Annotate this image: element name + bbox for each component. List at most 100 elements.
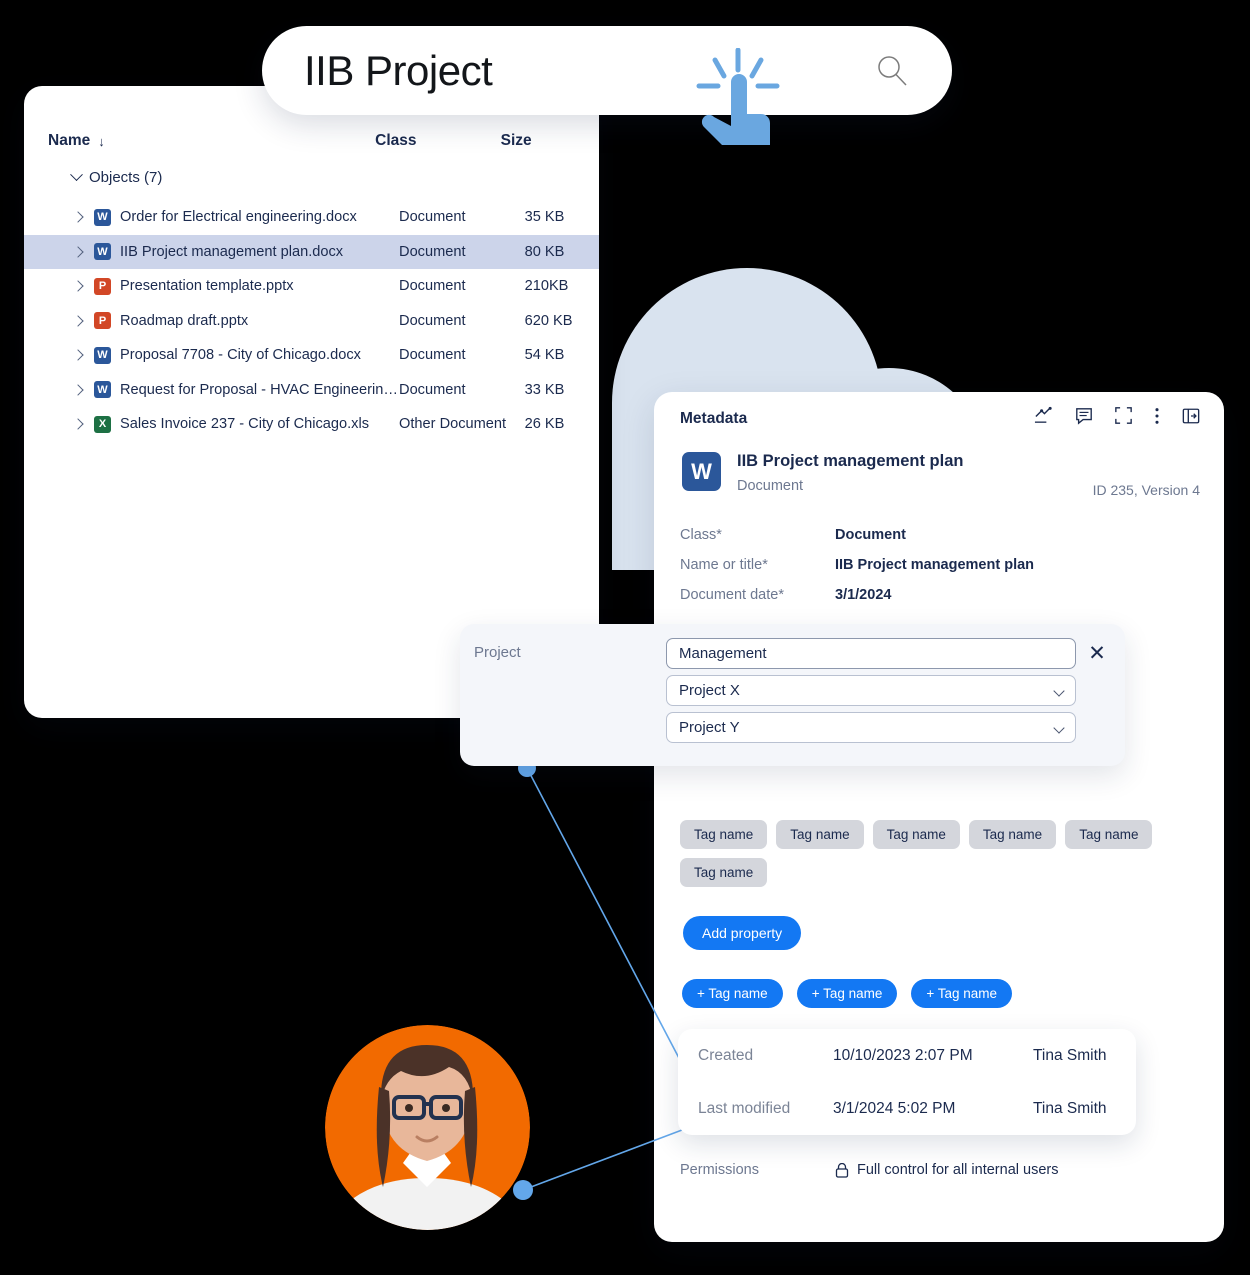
project-field-value: Management (679, 645, 767, 662)
project-select[interactable]: Project Y (666, 712, 1076, 743)
document-header: W IIB Project management plan Document (682, 452, 963, 494)
file-class: Document (399, 312, 466, 329)
timestamp-user: Tina Smith (1033, 1046, 1107, 1064)
metadata-property-list: Class* Document Name or title* IIB Project … (680, 520, 1190, 610)
file-name: Roadmap draft.pptx (120, 312, 249, 329)
file-name: Presentation template.pptx (120, 278, 294, 295)
project-property-panel: Project Management Project X Project Y ✕ (460, 624, 1125, 766)
chevron-right-icon[interactable] (72, 246, 84, 258)
metadata-toolbar (1034, 406, 1200, 425)
add-tag-button-group: + Tag name + Tag name + Tag name (682, 979, 1013, 1008)
table-row[interactable]: X Sales Invoice 237 - City of Chicago.xls… (24, 407, 599, 442)
screenshot-root: Name ↓ Class Size Objects (7) W Order for… (0, 0, 1250, 1275)
chevron-right-icon[interactable] (72, 418, 84, 430)
project-label: Project (474, 644, 521, 661)
objects-group-row[interactable]: Objects (7) (70, 168, 162, 186)
file-class: Document (399, 347, 466, 364)
metadata-property-row: Class* Document (680, 520, 1190, 550)
property-label: Document date* (680, 587, 784, 603)
tag-chip[interactable]: Tag name (680, 820, 768, 849)
search-icon[interactable] (876, 55, 908, 87)
avatar (325, 1025, 530, 1230)
avatar-portrait (325, 1045, 530, 1230)
table-row[interactable]: W IIB Project management plan.docx Documen… (24, 234, 599, 269)
chevron-right-icon[interactable] (72, 349, 84, 361)
word-icon: W (94, 243, 111, 261)
collapse-panel-icon[interactable] (1182, 407, 1200, 425)
property-label: Class* (680, 527, 722, 543)
sort-descending-icon[interactable]: ↓ (98, 134, 105, 149)
property-value[interactable]: IIB Project management plan (835, 557, 1034, 573)
document-title: IIB Project management plan (737, 452, 964, 470)
excel-icon: X (94, 415, 111, 433)
table-row[interactable]: P Roadmap draft.pptx Document 620 KB (24, 304, 599, 339)
property-value[interactable]: Document (835, 527, 906, 543)
powerpoint-icon: P (94, 312, 111, 330)
file-class: Other Document (399, 416, 507, 433)
more-vertical-icon[interactable] (1154, 407, 1160, 425)
powerpoint-icon: P (94, 277, 111, 295)
file-class: Document (399, 243, 466, 260)
tag-list: Tag name Tag name Tag name Tag name Tag name… (680, 820, 1180, 887)
timestamp-label: Created (698, 1046, 754, 1064)
document-id-version: ID 235, Version 4 (1092, 482, 1200, 498)
table-row[interactable]: W Order for Electrical engineering.docx Do… (24, 200, 599, 235)
chevron-down-icon[interactable] (1053, 685, 1065, 697)
add-property-button[interactable]: Add property (683, 916, 802, 950)
column-header-size[interactable]: Size (501, 132, 575, 150)
file-size: 210KB (524, 278, 569, 295)
comment-icon[interactable] (1075, 407, 1093, 425)
file-class: Document (399, 278, 466, 295)
timestamps-card: Created 10/10/2023 2:07 PM Tina Smith Last … (678, 1029, 1136, 1135)
chevron-down-icon[interactable] (1053, 722, 1065, 734)
property-value[interactable]: 3/1/2024 (835, 587, 891, 603)
permissions-row: Permissions Full control for all interna… (680, 1162, 1058, 1178)
property-label: Name or title* (680, 557, 768, 573)
table-row[interactable]: P Presentation template.pptx Document 210KB (24, 269, 599, 304)
timestamp-user: Tina Smith (1033, 1099, 1107, 1117)
metadata-property-row: Document date* 3/1/2024 (680, 580, 1190, 610)
workflow-icon[interactable] (1034, 406, 1053, 425)
project-input[interactable]: Management (666, 638, 1076, 669)
file-size: 80 KB (524, 243, 565, 260)
timestamp-row: Created 10/10/2023 2:07 PM Tina Smith (678, 1029, 1136, 1082)
add-tag-button[interactable]: + Tag name (911, 979, 1013, 1008)
tag-chip[interactable]: Tag name (968, 820, 1057, 849)
timestamp-date: 3/1/2024 5:02 PM (833, 1099, 956, 1117)
search-bar[interactable]: IIB Project (262, 26, 952, 115)
project-select[interactable]: Project X (666, 675, 1076, 706)
metadata-panel-title: Metadata (680, 410, 748, 427)
chevron-right-icon[interactable] (72, 280, 84, 292)
permissions-label: Permissions (680, 1162, 759, 1178)
word-icon: W (94, 208, 111, 226)
file-size: 26 KB (524, 416, 565, 433)
add-tag-button[interactable]: + Tag name (682, 979, 783, 1008)
word-icon: W (94, 381, 111, 399)
chevron-right-icon[interactable] (72, 315, 84, 327)
tag-chip[interactable]: Tag name (680, 858, 768, 887)
column-header-name[interactable]: Name ↓ (48, 132, 375, 150)
timestamp-date: 10/10/2023 2:07 PM (833, 1046, 973, 1064)
table-row[interactable]: W Proposal 7708 - City of Chicago.docx Doc… (24, 338, 599, 373)
tag-chip[interactable]: Tag name (872, 820, 960, 849)
tag-chip[interactable]: Tag name (1065, 820, 1153, 849)
tag-chip[interactable]: Tag name (776, 820, 864, 849)
table-row[interactable]: W Request for Proposal - HVAC Engineerin…… (24, 373, 599, 408)
search-input[interactable]: IIB Project (304, 47, 493, 95)
expand-icon[interactable] (1115, 407, 1132, 424)
file-table-header: Name ↓ Class Size (48, 132, 575, 150)
click-cursor-icon (696, 48, 780, 145)
project-field-group: Management Project X Project Y (666, 638, 1076, 749)
close-icon[interactable]: ✕ (1087, 643, 1107, 664)
chevron-down-icon[interactable] (70, 168, 83, 182)
file-size: 33 KB (524, 381, 565, 398)
chevron-right-icon[interactable] (72, 211, 84, 223)
add-tag-button[interactable]: + Tag name (796, 979, 898, 1008)
file-size: 35 KB (524, 209, 565, 226)
column-header-name-label: Name (48, 132, 91, 149)
file-size: 54 KB (524, 347, 565, 364)
column-header-class[interactable]: Class (375, 132, 500, 150)
chevron-right-icon[interactable] (72, 384, 84, 396)
file-size: 620 KB (524, 312, 573, 329)
file-name: IIB Project management plan.docx (120, 243, 344, 260)
